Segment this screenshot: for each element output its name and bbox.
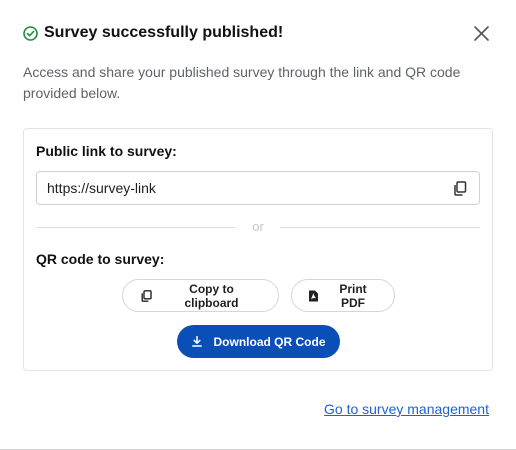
publish-dialog: Survey successfully published! Access an… bbox=[0, 0, 516, 450]
public-link-label: Public link to survey: bbox=[36, 143, 177, 159]
copy-icon[interactable] bbox=[453, 181, 467, 196]
download-icon bbox=[191, 336, 202, 347]
share-card: Public link to survey: or QR code to sur… bbox=[23, 128, 493, 371]
qr-code-label: QR code to survey: bbox=[36, 251, 165, 267]
clipboard-icon bbox=[141, 289, 152, 302]
or-divider: or bbox=[36, 219, 480, 235]
dialog-header: Survey successfully published! bbox=[23, 24, 283, 42]
qr-actions: Copy to clipboard Print PDF bbox=[24, 279, 492, 312]
print-pdf-button[interactable]: Print PDF bbox=[290, 279, 395, 312]
dialog-title: Survey successfully published! bbox=[44, 24, 284, 41]
survey-management-link[interactable]: Go to survey management bbox=[324, 401, 489, 417]
check-circle-icon bbox=[23, 25, 38, 41]
download-qr-code-button[interactable]: Download QR Code bbox=[177, 325, 340, 358]
close-icon[interactable] bbox=[473, 25, 490, 42]
survey-link-input[interactable] bbox=[37, 173, 437, 203]
survey-link-field bbox=[36, 171, 480, 205]
copy-to-clipboard-label: Copy to clipboard bbox=[184, 281, 239, 310]
divider-line bbox=[280, 227, 480, 228]
print-pdf-label: Print PDF bbox=[339, 281, 367, 310]
copy-to-clipboard-button[interactable]: Copy to clipboard bbox=[121, 279, 279, 312]
dialog-description: Access and share your published survey t… bbox=[23, 64, 461, 101]
download-qr-code-label: Download QR Code bbox=[213, 334, 326, 349]
pdf-icon bbox=[308, 290, 319, 302]
